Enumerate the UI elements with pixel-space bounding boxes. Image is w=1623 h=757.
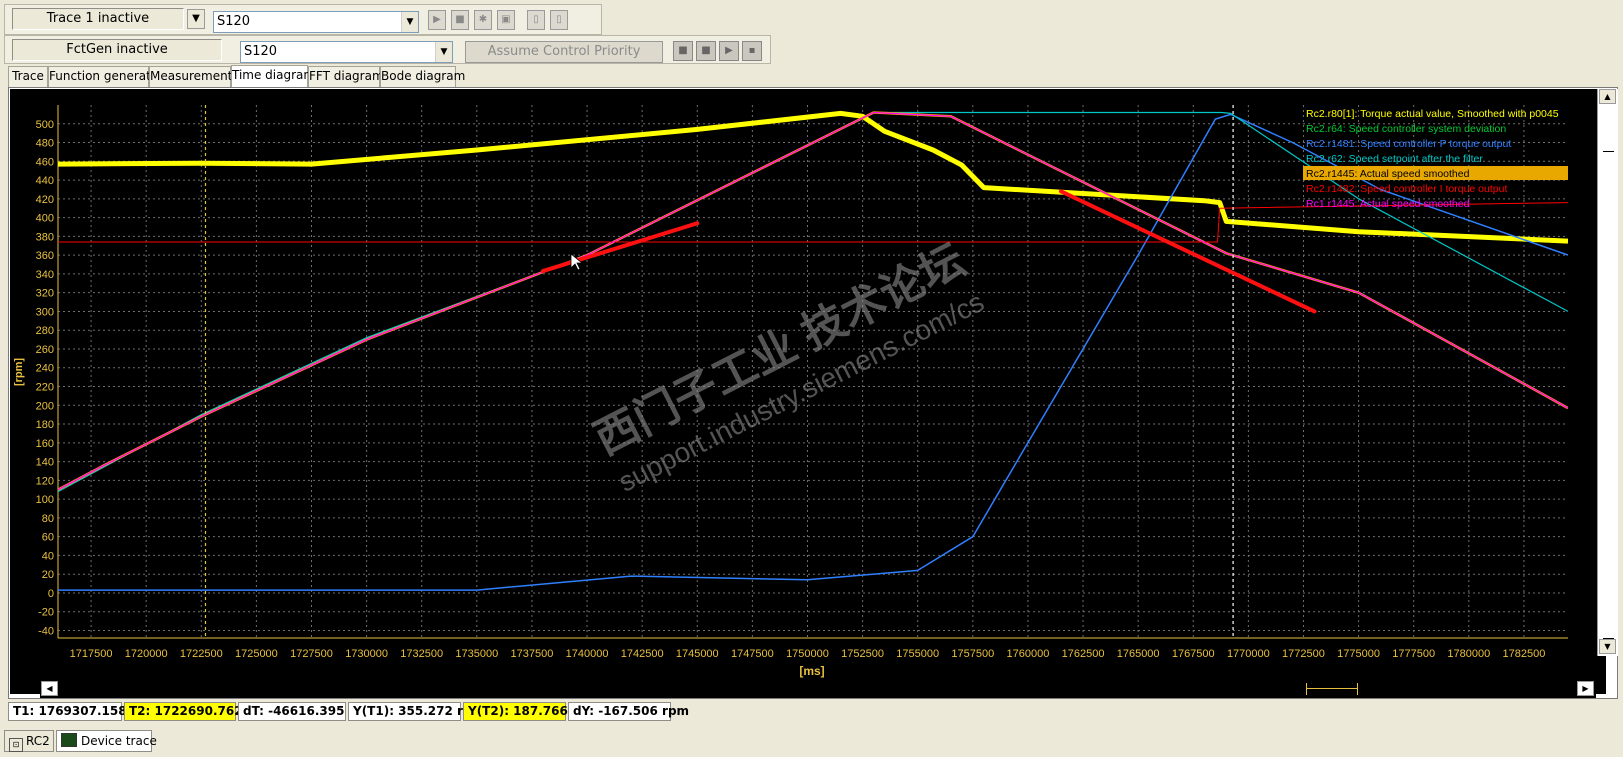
y-axis-label: [rpm] xyxy=(13,358,25,386)
x-tick-label: 1780000 xyxy=(1447,648,1490,660)
vertical-scroll-thumb[interactable] xyxy=(1603,151,1614,639)
x-tick-label: 1765000 xyxy=(1117,648,1160,660)
y-tick-label: 320 xyxy=(36,288,54,300)
y-tick-label: 80 xyxy=(42,513,54,525)
legend-entry[interactable]: Rc2.r1482: Speed controller I torque out… xyxy=(1306,183,1507,195)
watermark: 西门子工业 技术论坛 support.industry.siemens.com/… xyxy=(587,235,989,497)
trace-chart-icon xyxy=(61,733,77,747)
cursor-dy-value: dY: -167.506 rpm xyxy=(568,702,689,721)
cursor-dt-value: dT: -46616.395 ms xyxy=(238,702,368,721)
bottom-tab-rc2[interactable]: ⊡ RC2 xyxy=(4,730,54,752)
x-tick-label: 1745000 xyxy=(676,648,719,660)
x-tick-label: 1717500 xyxy=(70,648,113,660)
y-tick-label: 360 xyxy=(36,250,54,262)
x-tick-label: 1770000 xyxy=(1227,648,1270,660)
x-tick-label: 1757500 xyxy=(951,648,994,660)
y-tick-label: 460 xyxy=(36,156,54,168)
cursor-t2-value: T2: 1722690.762 ms xyxy=(124,702,266,721)
y-tick-label: -40 xyxy=(38,625,54,637)
vertical-scrollbar[interactable]: ▲ ▼ xyxy=(1597,89,1618,656)
x-tick-label: 1755000 xyxy=(896,648,939,660)
legend-entry[interactable]: Rc2.r1445: Actual speed smoothed xyxy=(1306,168,1470,180)
scroll-right-arrow-icon[interactable]: ▶ xyxy=(1577,681,1594,696)
y-tick-label: 180 xyxy=(36,419,54,431)
x-tick-label: 1752500 xyxy=(841,648,884,660)
legend-entry[interactable]: Rc1.r1445: Actual speed smoothed xyxy=(1306,198,1470,210)
y-tick-label: 100 xyxy=(36,494,54,506)
y-tick-label: 140 xyxy=(36,457,54,469)
y-tick-label: 160 xyxy=(36,438,54,450)
scroll-up-arrow-icon[interactable]: ▲ xyxy=(1599,89,1616,104)
cursor-yt2-value: Y(T2): 187.766 rpm xyxy=(463,702,599,721)
x-tick-label: 1767500 xyxy=(1172,648,1215,660)
x-tick-label: 1720000 xyxy=(125,648,168,660)
x-tick-label: 1750000 xyxy=(786,648,829,660)
y-tick-label: 300 xyxy=(36,306,54,318)
y-tick-label: -20 xyxy=(38,607,54,619)
y-tick-label: 40 xyxy=(42,550,54,562)
y-tick-label: 120 xyxy=(36,475,54,487)
x-tick-label: 1722500 xyxy=(180,648,223,660)
bottom-tab-device-trace[interactable]: Device trace xyxy=(56,730,157,752)
x-tick-label: 1730000 xyxy=(345,648,388,660)
scroll-down-arrow-icon[interactable]: ▼ xyxy=(1599,639,1616,654)
annotation-arrow xyxy=(540,221,700,274)
x-tick-label: 1772500 xyxy=(1282,648,1325,660)
y-tick-label: 0 xyxy=(48,588,54,600)
y-tick-label: 420 xyxy=(36,194,54,206)
cursor-yt1-value: Y(T1): 355.272 rpm xyxy=(348,702,484,721)
x-tick-label: 1742500 xyxy=(621,648,664,660)
y-tick-label: 480 xyxy=(36,138,54,150)
y-tick-label: 20 xyxy=(42,569,54,581)
y-tick-label: 260 xyxy=(36,344,54,356)
x-tick-label: 1740000 xyxy=(566,648,609,660)
x-tick-label: 1760000 xyxy=(1007,648,1050,660)
x-tick-label: 1782500 xyxy=(1502,648,1545,660)
x-tick-label: 1732500 xyxy=(400,648,443,660)
y-tick-label: 500 xyxy=(36,119,54,131)
x-tick-label: 1735000 xyxy=(455,648,498,660)
x-tick-label: 1775000 xyxy=(1337,648,1380,660)
x-tick-label: 1725000 xyxy=(235,648,278,660)
horizontal-scrollbar[interactable]: ◀ ▶ xyxy=(40,680,1596,698)
y-tick-label: 240 xyxy=(36,363,54,375)
x-tick-label: 1747500 xyxy=(731,648,774,660)
bottom-tab-rc2-label: RC2 xyxy=(26,734,50,748)
y-tick-label: 200 xyxy=(36,400,54,412)
device-lock-icon: ⊡ xyxy=(9,738,23,752)
x-tick-label: 1777500 xyxy=(1392,648,1435,660)
y-tick-label: 280 xyxy=(36,325,54,337)
y-tick-label: 340 xyxy=(36,269,54,281)
x-tick-label: 1737500 xyxy=(511,648,554,660)
bottom-tab-device-trace-label: Device trace xyxy=(81,734,157,748)
time-diagram-chart[interactable]: 5004804604404204003803603403203002802602… xyxy=(0,0,1623,757)
x-axis-label: [ms] xyxy=(799,664,824,678)
y-tick-label: 440 xyxy=(36,175,54,187)
x-tick-label: 1762500 xyxy=(1062,648,1105,660)
legend-entry[interactable]: Rc2.r62: Speed setpoint after the filter xyxy=(1306,153,1483,165)
y-tick-label: 220 xyxy=(36,382,54,394)
y-tick-label: 400 xyxy=(36,213,54,225)
annotation-arrow xyxy=(1058,189,1317,314)
cursor-t1-value: T1: 1769307.158 ms xyxy=(8,702,150,721)
x-tick-label: 1727500 xyxy=(290,648,333,660)
legend-entry[interactable]: Rc2.r64: Speed controller system deviati… xyxy=(1306,123,1506,135)
horizontal-scroll-thumb[interactable] xyxy=(1306,683,1358,695)
y-tick-label: 380 xyxy=(36,231,54,243)
scroll-left-arrow-icon[interactable]: ◀ xyxy=(41,681,58,696)
legend-entry[interactable]: Rc2.r80[1]: Torque actual value, Smoothe… xyxy=(1306,108,1559,120)
y-tick-label: 60 xyxy=(42,532,54,544)
legend-entry[interactable]: Rc2.r1481: Speed controller P torque out… xyxy=(1306,138,1511,150)
